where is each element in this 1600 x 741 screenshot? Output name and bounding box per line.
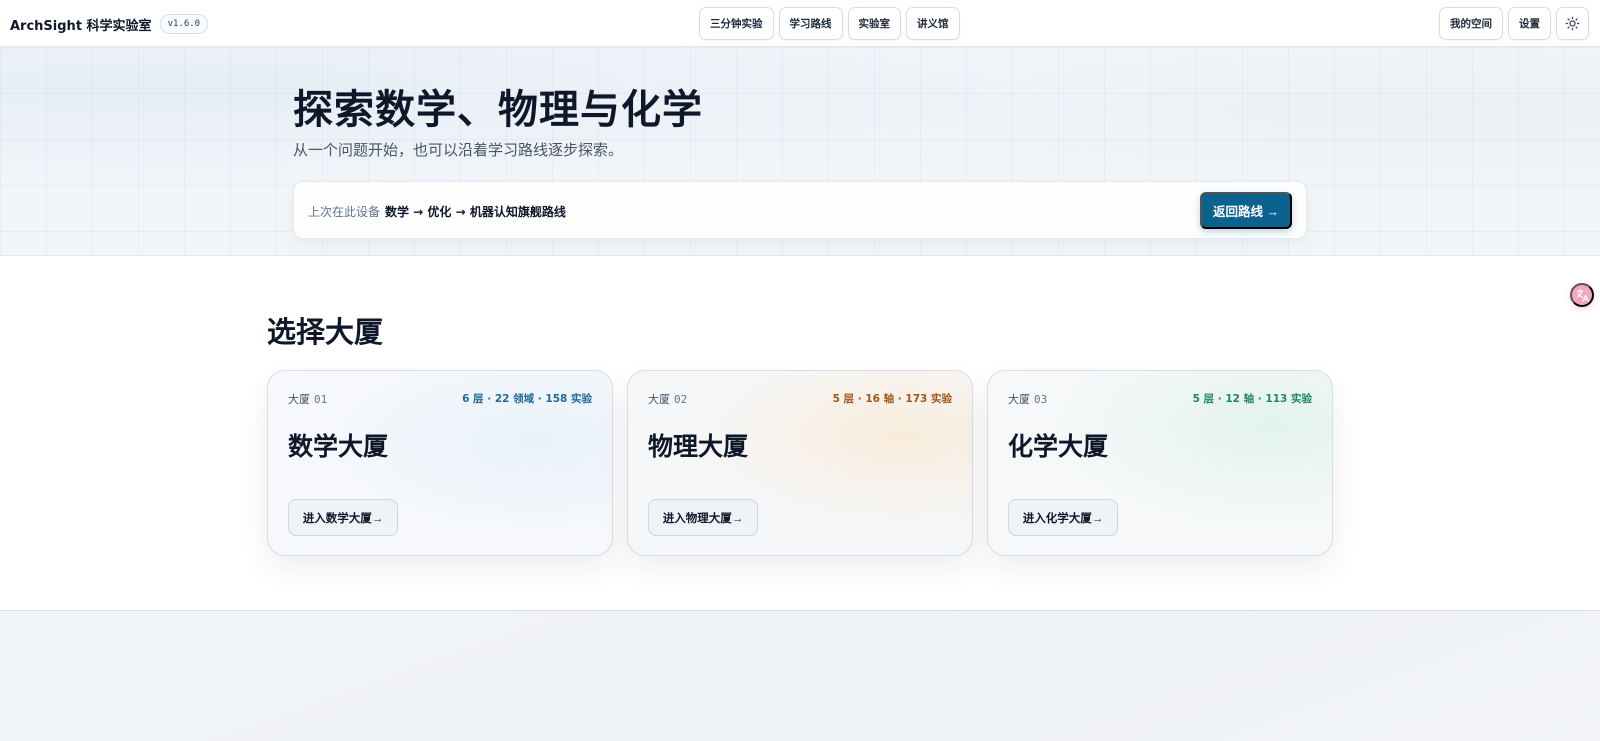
enter-chemistry-building-button[interactable]: 进入化学大厦→: [1008, 499, 1118, 536]
hero-title: 探索数学、物理与化学: [293, 86, 703, 133]
version-badge: v1.6.0: [159, 14, 209, 34]
main-nav: 三分钟实验 学习路线 实验室 讲义馆: [699, 7, 960, 40]
building-select-section: 选择大厦 大厦 01 6 层 · 22 领域 · 158 实验 数学大厦 进入数学…: [0, 257, 1600, 611]
enter-math-building-button[interactable]: 进入数学大厦→: [288, 499, 398, 536]
card-index-label: 大厦: [288, 393, 310, 406]
section-title: 选择大厦: [267, 315, 384, 349]
hero-section: 探索数学、物理与化学 从一个问题开始，也可以沿着学习路线逐步探索。 上次在此设备…: [0, 47, 1600, 256]
building-card-chemistry[interactable]: 大厦 03 5 层 · 12 轴 · 113 实验 化学大厦 进入化学大厦→: [987, 370, 1333, 556]
user-actions: 我的空间 设置: [1439, 7, 1589, 40]
theme-toggle-button[interactable]: [1556, 7, 1589, 40]
card-stats: 5 层 · 16 轴 · 173 实验: [832, 393, 952, 405]
card-title: 物理大厦: [648, 432, 749, 461]
enter-physics-building-button[interactable]: 进入物理大厦→: [648, 499, 758, 536]
translate-button[interactable]: [1570, 283, 1594, 307]
sun-icon: [1565, 16, 1580, 31]
settings-button[interactable]: 设置: [1508, 7, 1551, 40]
card-title: 化学大厦: [1008, 432, 1109, 461]
nav-lecture-hall[interactable]: 讲义馆: [906, 7, 960, 40]
card-stats: 6 层 · 22 领域 · 158 实验: [462, 393, 592, 405]
card-index: 大厦 02: [648, 391, 687, 407]
card-index-label: 大厦: [648, 393, 670, 406]
translate-icon: [1576, 288, 1589, 302]
nav-learning-paths[interactable]: 学习路线: [778, 7, 843, 40]
top-navbar: ArchSight 科学实验室 v1.6.0 三分钟实验 学习路线 实验室 讲义…: [0, 0, 1600, 47]
nav-lab[interactable]: 实验室: [847, 7, 901, 40]
card-index-number: 03: [1034, 393, 1048, 406]
card-index-number: 02: [674, 393, 688, 406]
card-index-number: 01: [314, 393, 328, 406]
hero-subtitle: 从一个问题开始，也可以沿着学习路线逐步探索。: [293, 141, 624, 159]
card-index: 大厦 03: [1008, 391, 1047, 407]
my-space-button[interactable]: 我的空间: [1439, 7, 1503, 40]
resume-path: 数学 → 优化 → 机器认知旗舰路线: [385, 205, 566, 219]
nav-three-minute-experiments[interactable]: 三分钟实验: [699, 7, 774, 40]
resume-card: 上次在此设备 数学 → 优化 → 机器认知旗舰路线 返回路线 →: [293, 181, 1307, 239]
building-card-physics[interactable]: 大厦 02 5 层 · 16 轴 · 173 实验 物理大厦 进入物理大厦→: [627, 370, 973, 556]
building-card-math[interactable]: 大厦 01 6 层 · 22 领域 · 158 实验 数学大厦 进入数学大厦→: [267, 370, 613, 556]
card-index-label: 大厦: [1008, 393, 1030, 406]
card-index: 大厦 01: [288, 391, 327, 407]
card-stats: 5 层 · 12 轴 · 113 实验: [1192, 393, 1312, 405]
card-title: 数学大厦: [288, 432, 389, 461]
return-to-path-button[interactable]: 返回路线 →: [1200, 192, 1292, 229]
brand-name[interactable]: ArchSight 科学实验室: [10, 15, 152, 34]
resume-label: 上次在此设备: [308, 205, 381, 219]
brand[interactable]: ArchSight 科学实验室 v1.6.0: [10, 14, 209, 34]
footer-background: [0, 611, 1600, 741]
